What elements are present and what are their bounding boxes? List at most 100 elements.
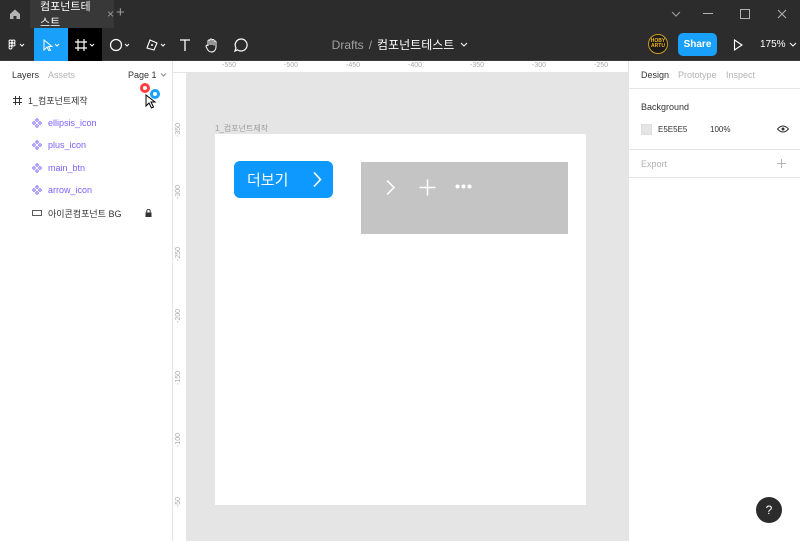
layer-label: 1_컴포넌트제작 xyxy=(28,95,88,106)
main-menu-button[interactable] xyxy=(0,28,34,61)
toolbar: Drafts / 컴포넌트테스트 HOBY ARTU Share 175% xyxy=(0,28,800,61)
ellipsis-icon-component[interactable] xyxy=(455,184,472,189)
collaborator-marker-red xyxy=(140,83,150,93)
zoom-level: 175% xyxy=(760,39,786,50)
plus-icon-component[interactable] xyxy=(419,179,436,196)
tab-design[interactable]: Design xyxy=(641,70,669,80)
tab-assets[interactable]: Assets xyxy=(48,70,75,80)
ruler-tick: -200 xyxy=(175,309,182,324)
layer-label: ellipsis_icon xyxy=(48,118,97,128)
tab-close-icon[interactable]: × xyxy=(107,7,114,21)
tab-prototype[interactable]: Prototype xyxy=(678,70,717,80)
divider xyxy=(629,149,800,150)
background-color-swatch[interactable] xyxy=(641,124,652,135)
ruler-tick: -50 xyxy=(175,497,182,508)
page-selector[interactable]: Page 1 xyxy=(128,70,167,80)
chevron-down-icon xyxy=(160,73,166,77)
tab-inspect[interactable]: Inspect xyxy=(726,70,755,80)
layer-main-btn[interactable]: main_btn xyxy=(0,157,172,179)
ellipse-icon xyxy=(109,38,130,51)
move-tool[interactable] xyxy=(34,28,68,61)
background-hex-input[interactable]: E5E5E5 xyxy=(658,125,687,134)
new-tab-button[interactable]: + xyxy=(116,4,130,22)
component-icon xyxy=(30,118,44,128)
chevron-right-icon xyxy=(313,171,322,188)
play-icon xyxy=(733,38,743,51)
properties-panel: Design Prototype Inspect Background E5E5… xyxy=(628,61,800,541)
frame-icon xyxy=(75,38,95,51)
chevron-down-icon[interactable] xyxy=(460,42,468,47)
hand-icon xyxy=(205,38,217,53)
mouse-cursor-icon xyxy=(145,94,157,109)
ruler-tick: -450 xyxy=(346,62,361,69)
close-window-button[interactable] xyxy=(764,0,800,28)
layers-panel: Layers Assets Page 1 1_컴포넌트제작 ellipsis_i… xyxy=(0,61,173,541)
breadcrumb-separator: / xyxy=(368,37,373,52)
title-bar: 컴포넌트테스트 × + xyxy=(0,0,800,29)
close-icon xyxy=(777,9,787,19)
ruler-tick: -150 xyxy=(175,371,182,386)
layer-icon-bg[interactable]: 아이콘컴포넌트 BG xyxy=(0,202,172,224)
layer-label: 아이콘컴포넌트 BG xyxy=(48,208,122,219)
file-tab[interactable]: 컴포넌트테스트 × xyxy=(30,0,114,29)
page-selector-label: Page 1 xyxy=(128,70,157,80)
zoom-menu[interactable]: 175% xyxy=(760,28,797,61)
home-icon xyxy=(10,9,20,19)
ruler-tick: -100 xyxy=(175,433,182,448)
text-tool[interactable] xyxy=(174,28,196,61)
home-button[interactable] xyxy=(0,0,30,28)
ruler-tick: -400 xyxy=(408,62,423,69)
share-button[interactable]: Share xyxy=(678,33,717,56)
arrow-icon-component[interactable] xyxy=(385,179,397,196)
file-tab-label: 컴포넌트테스트 xyxy=(40,1,91,29)
help-button[interactable]: ? xyxy=(756,497,782,523)
component-icon xyxy=(30,140,44,150)
comment-icon xyxy=(233,37,248,52)
frame-icon xyxy=(10,95,24,105)
chevron-down-icon xyxy=(789,42,796,47)
export-section-title: Export xyxy=(641,159,668,169)
frame-label[interactable]: 1_컴포넌트제작 xyxy=(215,123,268,134)
text-icon xyxy=(180,38,190,51)
layer-label: main_btn xyxy=(48,163,86,173)
layer-plus-icon[interactable]: plus_icon xyxy=(0,134,172,156)
layer-ellipsis-icon[interactable]: ellipsis_icon xyxy=(0,112,172,134)
main-button-component[interactable]: 더보기 xyxy=(234,161,333,198)
ruler-tick: -250 xyxy=(175,247,182,262)
ruler-tick: -500 xyxy=(284,62,299,69)
lock-icon[interactable] xyxy=(145,209,152,217)
rectangle-icon xyxy=(30,210,44,216)
layer-arrow-icon[interactable]: arrow_icon xyxy=(0,179,172,201)
ruler-tick: -350 xyxy=(470,62,485,69)
hand-tool[interactable] xyxy=(200,28,224,61)
minimize-button[interactable] xyxy=(690,0,726,28)
ruler-tick: -250 xyxy=(594,62,609,69)
cursor-icon xyxy=(43,38,60,51)
divider xyxy=(629,88,800,89)
file-name[interactable]: 컴포넌트테스트 xyxy=(377,36,454,53)
layer-label: plus_icon xyxy=(48,140,87,150)
layer-label: arrow_icon xyxy=(48,185,93,195)
comment-tool[interactable] xyxy=(229,28,253,61)
divider xyxy=(629,177,800,178)
chevron-down-icon[interactable] xyxy=(658,0,694,28)
tab-layers[interactable]: Layers xyxy=(12,70,39,80)
main-button-label: 더보기 xyxy=(247,172,289,189)
background-opacity-input[interactable]: 100% xyxy=(710,125,730,134)
ruler-tick: -550 xyxy=(222,62,237,69)
horizontal-ruler: -550 -500 -450 -400 -350 -300 -250 xyxy=(173,61,628,73)
breadcrumb-drafts[interactable]: Drafts xyxy=(332,38,364,52)
present-button[interactable] xyxy=(728,28,748,61)
ruler-tick: -350 xyxy=(175,123,182,138)
eye-icon[interactable] xyxy=(777,125,789,133)
maximize-button[interactable] xyxy=(727,0,763,28)
frame-tool[interactable] xyxy=(68,28,102,61)
plus-icon[interactable] xyxy=(777,159,786,168)
shape-tool[interactable] xyxy=(104,28,138,61)
ruler-tick: -300 xyxy=(175,185,182,200)
pen-icon xyxy=(146,38,166,51)
icon-component-bg[interactable] xyxy=(361,162,568,234)
pen-tool[interactable] xyxy=(140,28,174,61)
user-avatar[interactable]: HOBY ARTU xyxy=(648,34,668,54)
ruler-tick: -300 xyxy=(532,62,547,69)
